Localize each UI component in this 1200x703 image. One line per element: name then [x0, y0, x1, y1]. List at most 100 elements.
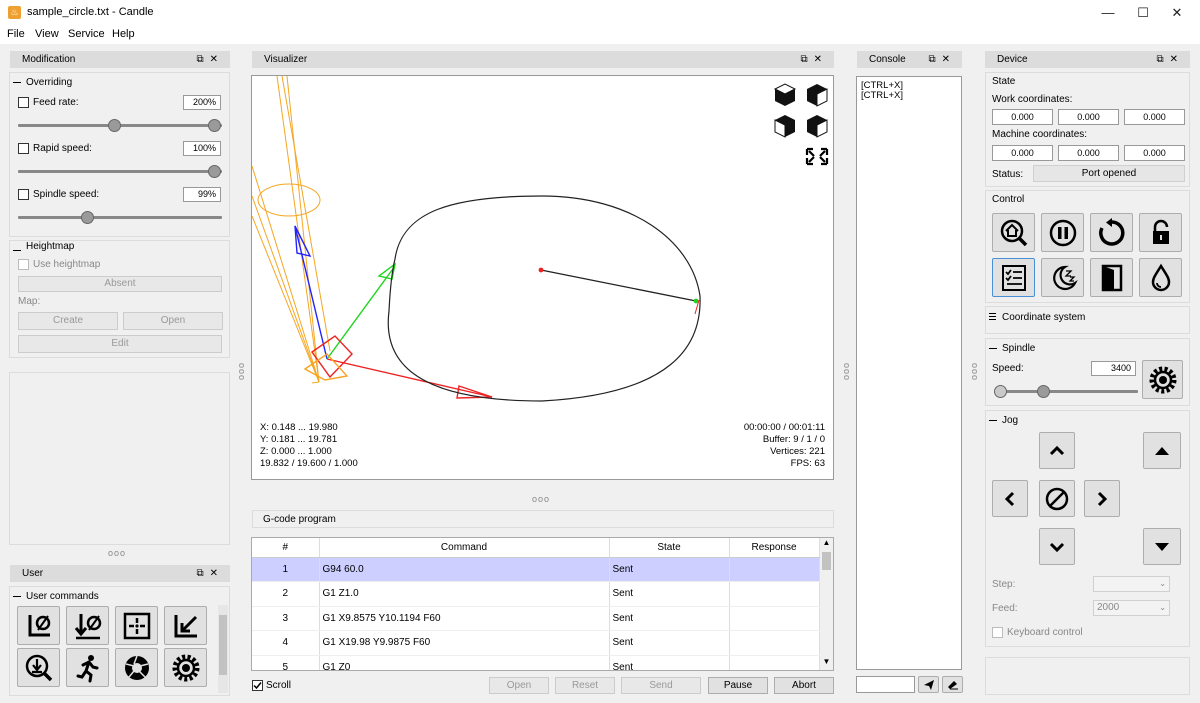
gear-icon[interactable] — [164, 648, 207, 687]
flood-icon[interactable] — [1139, 258, 1182, 297]
feed-rate-input[interactable]: 200% — [183, 95, 221, 110]
chevron-right-icon — [1097, 491, 1108, 506]
corner-icon[interactable] — [164, 606, 207, 645]
run-icon[interactable] — [66, 648, 109, 687]
menu-service[interactable]: Service — [68, 28, 105, 40]
user-commands-scrollbar[interactable] — [218, 605, 228, 693]
spindle-slider-handle[interactable] — [1037, 385, 1050, 398]
float-icon[interactable]: ⧉ — [196, 568, 209, 579]
column-state[interactable]: State — [609, 538, 730, 558]
abort-button[interactable]: Abort — [774, 677, 834, 694]
jog-stop-button[interactable] — [1039, 480, 1075, 517]
visualizer-canvas[interactable]: X: 0.148 ... 19.980 Y: 0.181 ... 19.781 … — [251, 75, 834, 480]
check-mode-icon[interactable] — [992, 258, 1035, 297]
float-icon[interactable]: ⧉ — [928, 54, 941, 65]
send-command-icon[interactable] — [918, 676, 939, 693]
speed-label: Speed: — [992, 363, 1024, 374]
console-command-input[interactable] — [856, 676, 915, 693]
coordinate-system-title: Coordinate system — [1002, 312, 1086, 323]
close-icon[interactable]: ✕ — [1170, 54, 1184, 65]
send-button[interactable]: Send — [621, 677, 701, 694]
reset-button[interactable]: Reset — [555, 677, 615, 694]
spindle-speed-input[interactable]: 3400 — [1091, 361, 1136, 376]
column-response[interactable]: Response — [729, 538, 820, 558]
feed-rate-checkbox[interactable] — [18, 97, 29, 108]
table-row[interactable]: 1 G94 60.0 Sent — [252, 557, 820, 582]
jog-y-minus-button[interactable] — [1039, 528, 1075, 565]
unlock-icon[interactable] — [1139, 213, 1182, 252]
table-row[interactable]: 5 G1 Z0 Sent — [252, 655, 820, 670]
heightmap-open-button[interactable]: Open — [123, 312, 223, 330]
feed-rate-slider-handle[interactable] — [108, 119, 121, 132]
console-output[interactable]: [CTRL+X] [CTRL+X] — [856, 76, 962, 670]
spindle-speed-checkbox[interactable] — [18, 189, 29, 200]
rapid-speed-input[interactable]: 100% — [183, 141, 221, 156]
gcode-table: # Command State Response 1 G94 60.0 Sent… — [252, 538, 820, 670]
pause-icon[interactable] — [1041, 213, 1084, 252]
spindle-speed-slider-handle[interactable] — [81, 211, 94, 224]
zero-xy-icon[interactable] — [17, 606, 60, 645]
work-y-field: 0.000 — [1058, 109, 1119, 125]
jog-x-plus-button[interactable] — [1084, 480, 1120, 517]
work-coordinates-label: Work coordinates: — [992, 94, 1073, 105]
heightmap-create-button[interactable]: Create — [18, 312, 118, 330]
sleep-icon[interactable] — [1041, 258, 1084, 297]
heightmap-edit-button[interactable]: Edit — [18, 335, 222, 353]
float-icon[interactable]: ⧉ — [196, 54, 209, 65]
aperture-icon[interactable] — [115, 648, 158, 687]
middle-vertical-splitter[interactable]: ooo — [842, 363, 852, 381]
menu-bar: File View Service Help — [0, 25, 1200, 44]
home-icon[interactable] — [992, 213, 1035, 252]
float-icon[interactable]: ⧉ — [800, 54, 813, 65]
feed-select[interactable]: 2000 ⌄ — [1093, 600, 1170, 616]
feed-rate-slider-end[interactable] — [208, 119, 221, 132]
console-dock-header: Console ⧉✕ — [857, 51, 962, 68]
pause-button[interactable]: Pause — [708, 677, 768, 694]
rapid-speed-checkbox[interactable] — [18, 143, 29, 154]
left-vertical-splitter[interactable]: ooo — [237, 363, 247, 381]
spindle-speed-input[interactable]: 99% — [183, 187, 221, 202]
jog-x-minus-button[interactable] — [992, 480, 1028, 517]
zero-z-icon[interactable] — [66, 606, 109, 645]
open-button[interactable]: Open — [489, 677, 549, 694]
probe-icon[interactable] — [17, 648, 60, 687]
scroll-checkbox[interactable] — [252, 680, 263, 691]
clear-console-icon[interactable] — [942, 676, 963, 693]
spindle-gear-icon[interactable] — [1142, 360, 1183, 399]
gcode-scrollbar[interactable]: ▲ ▼ — [820, 538, 833, 670]
center-icon[interactable] — [115, 606, 158, 645]
door-icon[interactable] — [1090, 258, 1133, 297]
close-icon[interactable]: ✕ — [210, 54, 224, 65]
menu-file[interactable]: File — [7, 28, 25, 40]
rapid-speed-slider-handle[interactable] — [208, 165, 221, 178]
table-row[interactable]: 4 G1 X19.98 Y9.9875 F60 Sent — [252, 630, 820, 656]
visualizer-info-right: 00:00:00 / 00:01:11 Buffer: 9 / 1 / 0 Ve… — [744, 422, 825, 470]
menu-view[interactable]: View — [35, 28, 59, 40]
reset-icon[interactable] — [1090, 213, 1133, 252]
step-select[interactable]: ⌄ — [1093, 576, 1170, 592]
console-line: [CTRL+X] — [861, 90, 903, 101]
table-row[interactable]: 2 G1 Z1.0 Sent — [252, 581, 820, 607]
left-splitter-handle[interactable]: ooo — [108, 548, 126, 558]
close-button[interactable]: ✕ — [1154, 0, 1200, 25]
table-row[interactable]: 3 G1 X9.8575 Y10.1194 F60 Sent — [252, 606, 820, 631]
close-icon[interactable]: ✕ — [814, 54, 828, 65]
close-icon[interactable]: ✕ — [210, 568, 224, 579]
info-y-range: Y: 0.181 ... 19.781 — [260, 434, 338, 445]
jog-z-minus-button[interactable] — [1143, 528, 1181, 565]
jog-z-plus-button[interactable] — [1143, 432, 1181, 469]
column-number[interactable]: # — [252, 538, 320, 558]
spindle-speed-label: Spindle speed: — [33, 189, 100, 200]
right-vertical-splitter[interactable]: ooo — [970, 363, 980, 381]
menu-help[interactable]: Help — [112, 28, 135, 40]
center-splitter-handle[interactable]: ooo — [532, 494, 550, 504]
coordinate-system-group[interactable]: Coordinate system — [985, 306, 1190, 334]
jog-y-plus-button[interactable] — [1039, 432, 1075, 469]
close-icon[interactable]: ✕ — [942, 54, 956, 65]
float-icon[interactable]: ⧉ — [1156, 54, 1169, 65]
user-commands-title: User commands — [26, 591, 99, 602]
keyboard-control-checkbox[interactable] — [992, 627, 1003, 638]
toolpath-drawing — [251, 75, 829, 402]
use-heightmap-checkbox[interactable] — [18, 259, 29, 270]
column-command[interactable]: Command — [319, 538, 610, 558]
